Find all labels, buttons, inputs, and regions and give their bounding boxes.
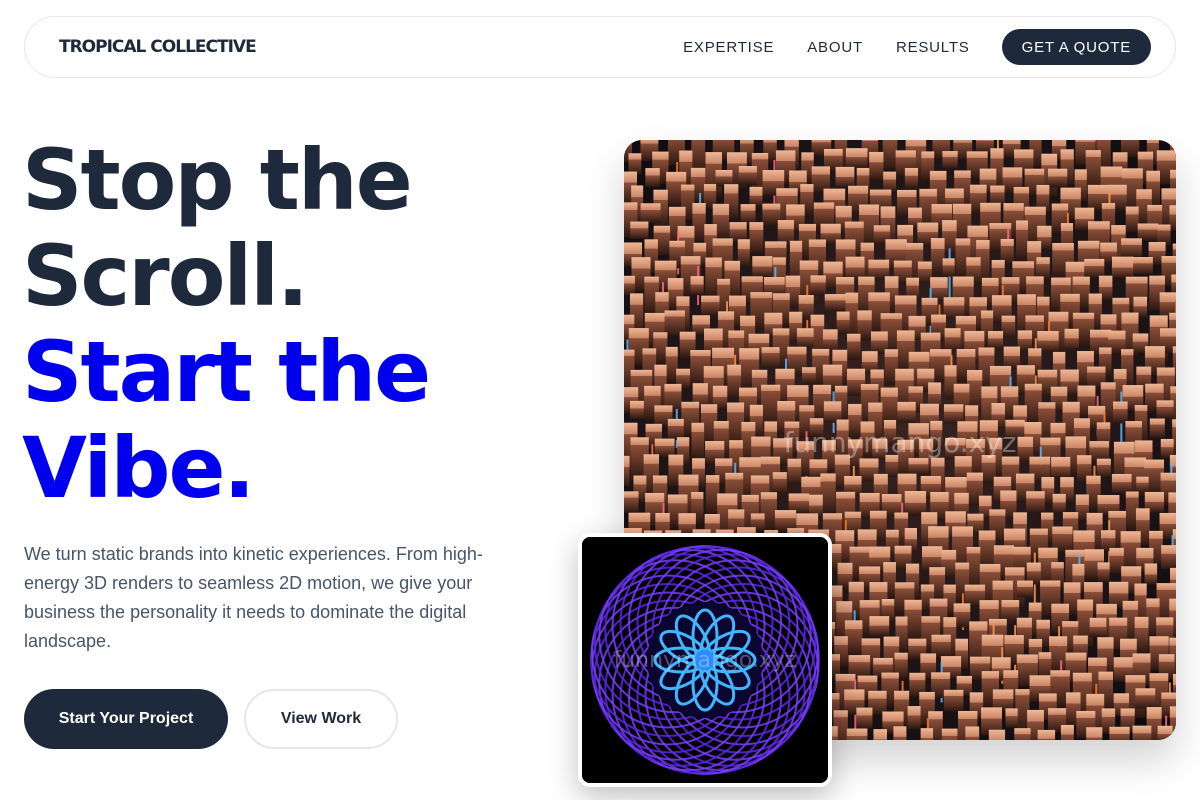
nav-link-results[interactable]: RESULTS (896, 39, 970, 56)
headline-line-3: Start the (22, 323, 431, 421)
watermark-text: funnymango.xyz (784, 426, 1017, 459)
hero-headline: Stop the Scroll. Start the Vibe. (22, 132, 582, 516)
brand-logo[interactable]: TROPICAL COLLECTIVE (59, 37, 257, 57)
nav-link-about[interactable]: ABOUT (807, 39, 863, 56)
headline-line-2: Scroll. (22, 227, 309, 325)
view-work-button[interactable]: View Work (244, 689, 398, 749)
inset-watermark-text: funnymango.xyz (613, 648, 796, 673)
top-navigation: TROPICAL COLLECTIVE EXPERTISE ABOUT RESU… (24, 16, 1176, 78)
nav-links: EXPERTISE ABOUT RESULTS GET A QUOTE (650, 29, 1151, 65)
spirograph-artwork: funnymango.xyz (582, 537, 828, 783)
spirograph-inset-image: funnymango.xyz (578, 533, 832, 787)
nav-link-expertise[interactable]: EXPERTISE (683, 39, 774, 56)
hero-subtext: We turn static brands into kinetic exper… (24, 544, 483, 651)
headline-line-4: Vibe. (22, 419, 255, 517)
start-project-button[interactable]: Start Your Project (24, 689, 228, 749)
get-quote-button[interactable]: GET A QUOTE (1001, 29, 1151, 65)
headline-line-1: Stop the (22, 131, 413, 229)
